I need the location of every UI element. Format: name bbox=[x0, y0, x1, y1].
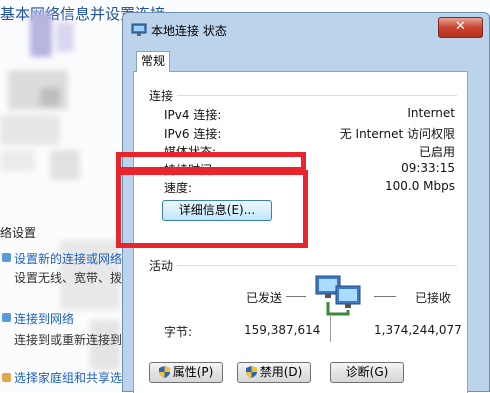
setup-connection-description: 设置无线、宽带、拨号 bbox=[14, 271, 135, 285]
blurred-region bbox=[56, 22, 74, 52]
homegroup-link[interactable]: 选择家庭组和共享选项 bbox=[14, 369, 134, 386]
received-line bbox=[374, 296, 396, 297]
bytes-sent-value: 159,387,614 bbox=[244, 323, 321, 337]
activity-section-label: 活动 bbox=[149, 259, 174, 273]
blurred-region bbox=[0, 115, 60, 145]
highlight-box bbox=[116, 170, 308, 248]
speed-value: 100.0 Mbps bbox=[384, 179, 455, 193]
disable-button[interactable]: 禁用(D) bbox=[237, 362, 311, 383]
network-setup-icon bbox=[2, 253, 11, 262]
connect-network-description: 连接到或重新连接到无 bbox=[14, 333, 135, 347]
diagnose-button[interactable]: 诊断(G) bbox=[330, 362, 404, 383]
activity-separator bbox=[177, 265, 457, 266]
properties-button[interactable]: 属性(P) bbox=[149, 362, 223, 383]
highlight-box bbox=[116, 152, 306, 172]
received-label: 已接收 bbox=[415, 291, 452, 305]
bytes-label: 字节: bbox=[164, 325, 193, 339]
network-settings-heading: 络设置 bbox=[0, 226, 37, 240]
properties-label: 属性(P) bbox=[172, 365, 214, 379]
dialog-title: 本地连接 状态 bbox=[151, 24, 227, 38]
sent-label: 已发送 bbox=[246, 291, 283, 305]
connection-section-label: 连接 bbox=[149, 89, 174, 103]
network-activity-icon bbox=[315, 275, 361, 316]
sent-line bbox=[286, 296, 306, 297]
ipv6-label: IPv6 连接: bbox=[164, 127, 222, 141]
uac-shield-icon bbox=[158, 366, 170, 378]
ipv4-value: Internet bbox=[407, 106, 455, 120]
ipv6-value: 无 Internet 访问权限 bbox=[339, 127, 455, 141]
blurred-region bbox=[50, 150, 80, 180]
bytes-received-value: 1,374,244,077 bbox=[374, 323, 462, 337]
duration-value: 09:33:15 bbox=[401, 161, 455, 175]
blurred-region bbox=[40, 88, 60, 106]
media-state-value: 已启用 bbox=[418, 145, 455, 159]
blurred-region bbox=[0, 150, 35, 172]
disable-label: 禁用(D) bbox=[259, 365, 303, 379]
homegroup-icon bbox=[2, 373, 11, 382]
uac-shield-icon bbox=[245, 366, 257, 378]
connection-separator bbox=[177, 95, 457, 96]
connect-network-link[interactable]: 连接到网络 bbox=[14, 310, 74, 327]
network-adapter-icon bbox=[131, 23, 147, 36]
connect-network-icon bbox=[2, 313, 11, 322]
tab-general[interactable]: 常规 bbox=[136, 51, 170, 72]
close-button[interactable]: ✕ bbox=[438, 17, 483, 38]
bytes-divider bbox=[330, 316, 331, 342]
ipv4-label: IPv4 连接: bbox=[164, 108, 222, 122]
setup-connection-link[interactable]: 设置新的连接或网络 bbox=[14, 250, 122, 267]
blurred-region bbox=[30, 12, 52, 57]
